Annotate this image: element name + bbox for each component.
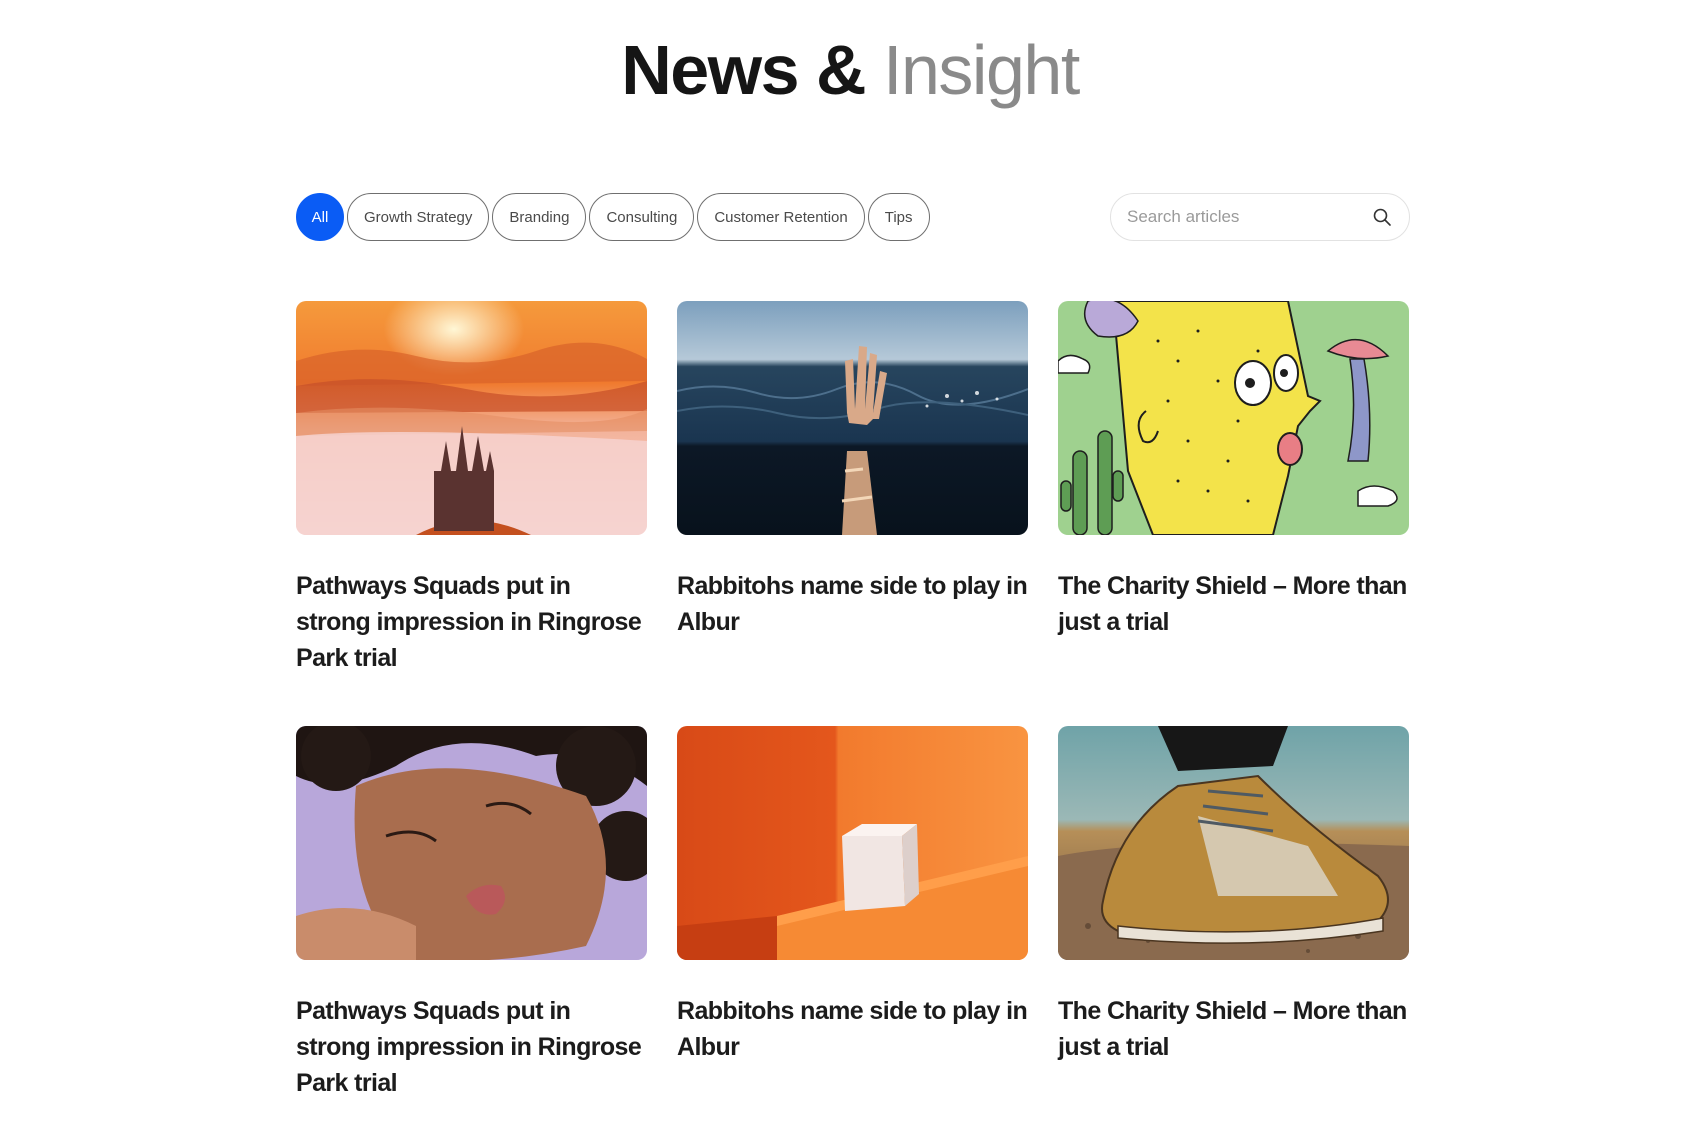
- news-insight-page: News & Insight All Growth Strategy Brand…: [0, 0, 1700, 1137]
- article-card[interactable]: Rabbitohs name side to play in Albur: [677, 726, 1028, 1137]
- filter-chip-growth-strategy[interactable]: Growth Strategy: [347, 193, 490, 241]
- article-title[interactable]: The Charity Shield – More than just a tr…: [1058, 993, 1409, 1065]
- filter-chip-branding[interactable]: Branding: [492, 193, 587, 241]
- article-card[interactable]: The Charity Shield – More than just a tr…: [1058, 301, 1409, 726]
- article-card[interactable]: The Charity Shield – More than just a tr…: [1058, 726, 1409, 1137]
- search-box: [1110, 193, 1410, 241]
- woman-portrait-image[interactable]: [296, 726, 647, 960]
- search-input[interactable]: [1127, 194, 1371, 240]
- hand-in-ocean-image[interactable]: [677, 301, 1028, 535]
- filter-chip-all[interactable]: All: [296, 193, 344, 241]
- filter-chip-tips[interactable]: Tips: [867, 193, 930, 241]
- filter-chip-customer-retention[interactable]: Customer Retention: [697, 193, 865, 241]
- cartoon-face-image[interactable]: [1058, 301, 1409, 535]
- article-title[interactable]: Pathways Squads put in strong impression…: [296, 568, 647, 676]
- article-title[interactable]: The Charity Shield – More than just a tr…: [1058, 568, 1409, 640]
- article-card[interactable]: Rabbitohs name side to play in Albur: [677, 301, 1028, 726]
- white-cube-image[interactable]: [677, 726, 1028, 960]
- category-filters: All Growth Strategy Branding Consulting …: [296, 193, 930, 241]
- page-title: News & Insight: [0, 28, 1700, 112]
- page-title-light: Insight: [883, 31, 1080, 109]
- sneaker-image[interactable]: [1058, 726, 1409, 960]
- articles-grid: Pathways Squads put in strong impression…: [296, 301, 1409, 1137]
- article-card[interactable]: Pathways Squads put in strong impression…: [296, 301, 647, 726]
- search-icon[interactable]: [1371, 206, 1393, 228]
- article-title[interactable]: Pathways Squads put in strong impression…: [296, 993, 647, 1101]
- sunset-castle-image[interactable]: [296, 301, 647, 535]
- article-card[interactable]: Pathways Squads put in strong impression…: [296, 726, 647, 1137]
- filter-chip-consulting[interactable]: Consulting: [589, 193, 695, 241]
- article-title[interactable]: Rabbitohs name side to play in Albur: [677, 993, 1028, 1065]
- page-title-dark: News &: [621, 31, 866, 109]
- article-title[interactable]: Rabbitohs name side to play in Albur: [677, 568, 1028, 640]
